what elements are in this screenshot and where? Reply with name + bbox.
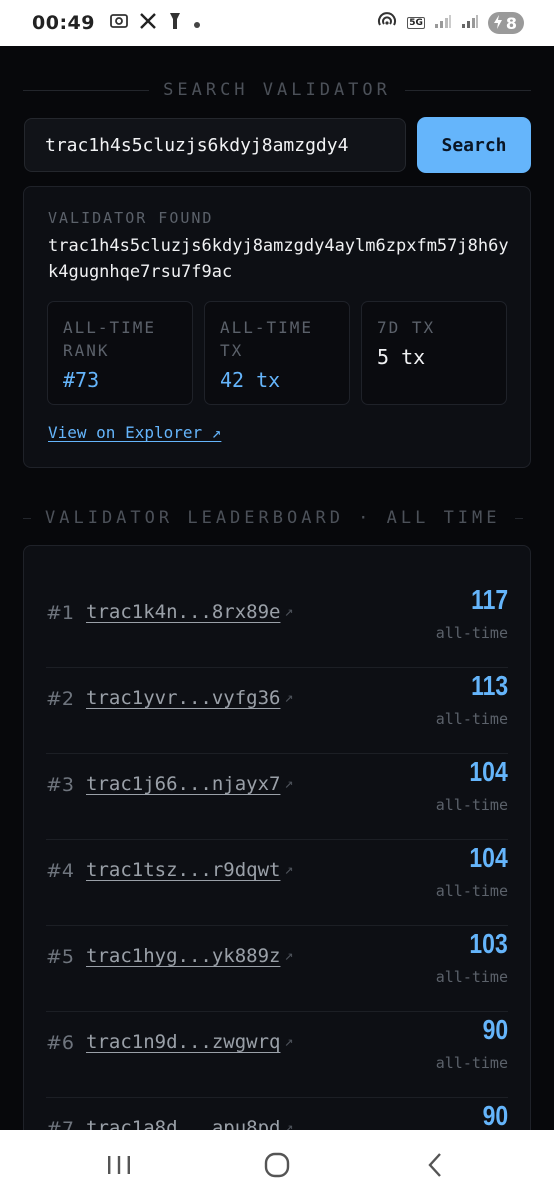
found-label: VALIDATOR FOUND <box>48 209 214 227</box>
signal-roaming-icon <box>461 13 479 33</box>
validator-address-link[interactable]: trac1a8d...apu8pd ↗ <box>86 1117 294 1130</box>
tx-count-label: all-time <box>435 796 508 814</box>
tx-count-label: all-time <box>435 968 508 986</box>
row-rank: #4 <box>46 860 75 882</box>
row-rank: #2 <box>46 688 75 710</box>
back-icon <box>428 1153 441 1177</box>
divider <box>514 517 523 519</box>
main-content: SEARCH VALIDATOR trac1h4s5cluzjs6kdyj8am… <box>0 46 554 1130</box>
address-text: trac1yvr...vyfg36 <box>86 687 281 709</box>
tx-count: 117 <box>470 584 508 615</box>
tx-count: 104 <box>469 756 508 787</box>
hotspot-icon <box>376 11 398 35</box>
external-link-icon: ↗ <box>284 1032 294 1050</box>
external-link-icon: ↗ <box>284 1118 294 1130</box>
signal-icon <box>434 13 452 33</box>
x-app-icon <box>139 12 157 34</box>
leaderboard-row: #1 trac1k4n...8rx89e ↗ 117 all-time <box>46 582 508 668</box>
validator-address-link[interactable]: trac1j66...njayx7 ↗ <box>86 773 294 795</box>
stat-label: ALL-TIME RANK <box>63 318 157 360</box>
recent-apps-button[interactable] <box>89 1145 149 1185</box>
search-section-header: SEARCH VALIDATOR <box>23 80 532 100</box>
leaderboard-row: #2 trac1yvr...vyfg36 ↗ 113 all-time <box>46 668 508 754</box>
row-rank: #6 <box>46 1032 75 1054</box>
notification-icons <box>109 11 201 35</box>
battery-level: 8 <box>505 13 517 33</box>
stat-label: ALL-TIME TX <box>220 318 314 360</box>
tx-count-label: all-time <box>435 882 508 900</box>
flashlight-icon <box>167 11 183 35</box>
row-rank: #7 <box>46 1118 75 1130</box>
row-rank: #1 <box>46 602 75 624</box>
address-text: trac1n9d...zwgwrq <box>86 1031 281 1053</box>
search-button[interactable]: Search <box>417 117 531 173</box>
leaderboard-section-title: VALIDATOR LEADERBOARD · ALL TIME <box>45 508 501 528</box>
validator-address-link[interactable]: trac1k4n...8rx89e ↗ <box>86 601 294 623</box>
validator-search-input[interactable]: trac1h4s5cluzjs6kdyj8amzgdy4 <box>24 118 406 172</box>
validator-address-link[interactable]: trac1hyg...yk889z ↗ <box>86 945 294 967</box>
leaderboard-card: #1 trac1k4n...8rx89e ↗ 117 all-time #2 tr… <box>23 545 531 1130</box>
address-text: trac1k4n...8rx89e <box>86 601 281 623</box>
validator-found-card: VALIDATOR FOUND trac1h4s5cluzjs6kdyj8amz… <box>23 186 531 468</box>
address-text: trac1a8d...apu8pd <box>86 1117 281 1130</box>
home-button[interactable] <box>247 1145 307 1185</box>
address-text: trac1j66...njayx7 <box>86 773 281 795</box>
tx-count: 90 <box>482 1014 508 1045</box>
leaderboard-row: #5 trac1hyg...yk889z ↗ 103 all-time <box>46 926 508 1012</box>
address-text: trac1hyg...yk889z <box>86 945 281 967</box>
leaderboard-row: #3 trac1j66...njayx7 ↗ 104 all-time <box>46 754 508 840</box>
validator-address-link[interactable]: trac1n9d...zwgwrq ↗ <box>86 1031 294 1053</box>
divider <box>23 89 150 91</box>
dot-icon <box>193 14 201 33</box>
leaderboard-row: #6 trac1n9d...zwgwrq ↗ 90 all-time <box>46 1012 508 1098</box>
tx-count-label: all-time <box>435 710 508 728</box>
row-rank: #3 <box>46 774 75 796</box>
row-rank: #5 <box>46 946 75 968</box>
tx-count-label: all-time <box>435 1054 508 1072</box>
tx-count: 90 <box>482 1100 508 1130</box>
search-section-title: SEARCH VALIDATOR <box>163 80 391 100</box>
stat-7d-tx: 7D TX 5 tx <box>361 301 507 405</box>
system-nav-bar <box>0 1130 554 1200</box>
tx-count: 113 <box>470 670 508 701</box>
status-time: 00:49 <box>32 12 95 34</box>
charging-icon <box>493 14 503 33</box>
external-link-icon: ↗ <box>284 688 294 706</box>
external-link-icon: ↗ <box>284 860 294 878</box>
external-link-icon: ↗ <box>284 602 294 620</box>
divider <box>404 89 532 91</box>
stat-label: 7D TX <box>377 318 436 337</box>
tx-count-label: all-time <box>435 624 508 642</box>
divider <box>23 517 31 519</box>
address-text: trac1tsz...r9dqwt <box>86 859 281 881</box>
leaderboard-section-header: VALIDATOR LEADERBOARD · ALL TIME <box>23 508 531 528</box>
tx-count: 104 <box>469 842 508 873</box>
external-link-icon: ↗ <box>284 774 294 792</box>
stat-value: 5 tx <box>377 345 426 369</box>
validator-address-link[interactable]: trac1tsz...r9dqwt ↗ <box>86 859 294 881</box>
found-address: trac1h4s5cluzjs6kdyj8amzgdy4aylm6zpxfm57… <box>48 236 509 282</box>
battery-indicator: 8 <box>487 12 524 34</box>
back-button[interactable] <box>405 1145 465 1185</box>
network-5g-icon: 5G <box>407 17 425 29</box>
recent-apps-icon <box>108 1156 130 1174</box>
status-bar: 00:49 5G 8 <box>0 0 554 46</box>
stat-rank: ALL-TIME RANK #73 <box>47 301 193 405</box>
search-input-value: trac1h4s5cluzjs6kdyj8amzgdy4 <box>45 134 349 156</box>
stat-value: 42 tx <box>220 368 281 392</box>
leaderboard-row: #4 trac1tsz...r9dqwt ↗ 104 all-time <box>46 840 508 926</box>
stat-total-tx: ALL-TIME TX 42 tx <box>204 301 350 405</box>
home-icon <box>264 1152 290 1178</box>
view-on-explorer-link[interactable]: View on Explorer ↗ <box>48 423 221 442</box>
external-link-icon: ↗ <box>284 946 294 964</box>
tx-count: 103 <box>469 928 508 959</box>
screenshot-icon <box>109 12 129 34</box>
stat-value: #73 <box>63 368 100 392</box>
leaderboard-row: #7 trac1a8d...apu8pd↗ 90 all-time <box>46 1098 508 1130</box>
validator-address-link[interactable]: trac1yvr...vyfg36 ↗ <box>86 687 294 709</box>
